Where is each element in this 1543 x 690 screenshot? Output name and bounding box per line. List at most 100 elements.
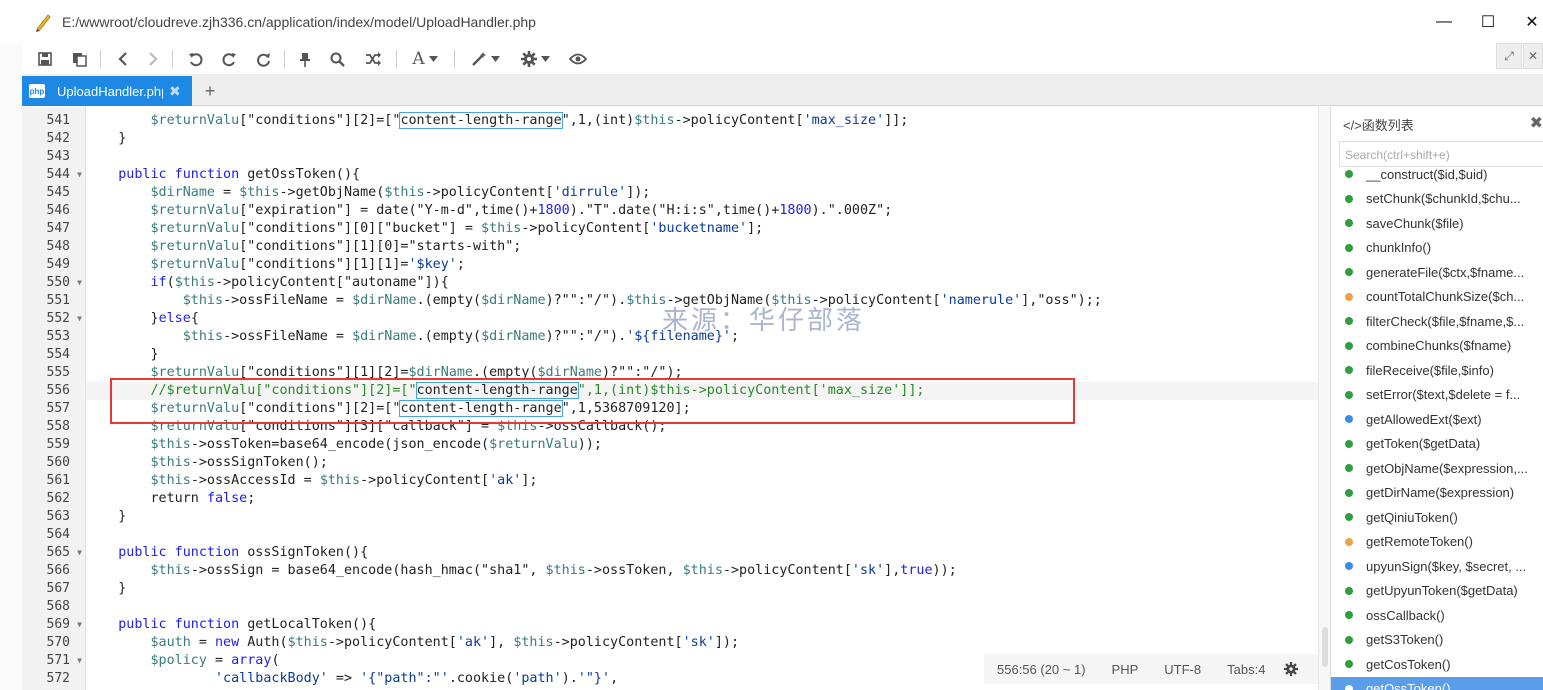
function-list-item[interactable]: getAllowedExt($ext) [1331, 407, 1543, 431]
function-list-item[interactable]: saveChunk($file) [1331, 211, 1543, 235]
code-line[interactable] [86, 526, 1318, 544]
fold-arrow-icon[interactable]: ▼ [77, 274, 82, 292]
scrollbar-thumb[interactable] [1322, 627, 1328, 667]
code-line[interactable]: $dirName = $this->getObjName($this->poli… [86, 184, 1318, 202]
code-line[interactable]: } [86, 580, 1318, 598]
code-line[interactable]: $returnValu["conditions"][1][1]='$key'; [86, 256, 1318, 274]
function-list-item[interactable]: getOssToken() [1331, 676, 1543, 690]
settings-icon[interactable] [518, 48, 552, 70]
close-panel-icon[interactable]: ✕ [1523, 43, 1543, 69]
code-line[interactable]: $this->ossAccessId = $this->policyConten… [86, 472, 1318, 490]
refresh-icon[interactable] [252, 48, 274, 70]
function-list-item[interactable]: combineChunks($fname) [1331, 334, 1543, 358]
code-line[interactable]: } [86, 130, 1318, 148]
code-line[interactable]: $this->ossSignToken(); [86, 454, 1318, 472]
language-mode[interactable]: PHP [1112, 662, 1139, 677]
function-list-item[interactable]: getS3Token() [1331, 628, 1543, 652]
search-icon[interactable] [326, 48, 348, 70]
function-list-item[interactable]: chunkInfo() [1331, 236, 1543, 260]
fold-arrow-icon[interactable]: ▼ [77, 652, 82, 670]
line-number-gutter: 541 542 543 544 ▼ 545 546 547 548 549 550 ▼ 551 552 ▼ 5… [22, 107, 86, 690]
fold-arrow-icon[interactable]: ▼ [77, 616, 82, 634]
save-all-icon[interactable] [68, 48, 90, 70]
back-icon[interactable] [112, 48, 134, 70]
function-list-item[interactable]: setError($text,$delete = f... [1331, 383, 1543, 407]
line-number: 552 ▼ [22, 310, 86, 328]
file-encoding[interactable]: UTF-8 [1164, 662, 1201, 677]
line-number: 567 [22, 580, 86, 598]
function-list-item[interactable]: getRemoteToken() [1331, 530, 1543, 554]
function-list-item[interactable]: getCosToken() [1331, 652, 1543, 676]
toolbar-separator [172, 50, 173, 68]
code-line[interactable]: $returnValu["conditions"][0]["bucket"] =… [86, 220, 1318, 238]
line-number-text: 554 [46, 347, 70, 362]
code-line[interactable]: public function getLocalToken(){ [86, 616, 1318, 634]
line-number-text: 563 [46, 509, 70, 524]
function-list-item[interactable]: getToken($getData) [1331, 432, 1543, 456]
close-icon[interactable]: ✖ [1530, 113, 1543, 133]
function-list-item[interactable]: getDirName($expression) [1331, 481, 1543, 505]
gear-icon[interactable] [1284, 662, 1299, 676]
code-token: ->ossSign = base64_encode(hash_hmac("sha… [190, 563, 546, 578]
code-token: '$key' [408, 257, 457, 272]
line-number: 565 ▼ [22, 544, 86, 562]
code-line[interactable]: public function getOssToken(){ [86, 166, 1318, 184]
code-line[interactable]: public function ossSignToken(){ [86, 544, 1318, 562]
code-line[interactable]: } [86, 508, 1318, 526]
expand-icon[interactable]: ⤢ [1496, 43, 1522, 69]
close-window-button[interactable]: ✕ [1520, 10, 1543, 34]
code-line[interactable]: $returnValu["conditions"][1][0]="starts-… [86, 238, 1318, 256]
tab-size[interactable]: Tabs:4 [1227, 662, 1265, 677]
function-list-item[interactable]: getQiniuToken() [1331, 505, 1543, 529]
code-line[interactable]: $this->ossSign = base64_encode(hash_hmac… [86, 562, 1318, 580]
code-line[interactable] [86, 148, 1318, 166]
function-list-label: getRemoteToken() [1366, 534, 1473, 549]
tab-close-icon[interactable]: ✖ [169, 83, 181, 100]
code-token: ). [561, 671, 578, 686]
tab-uploadhandler[interactable]: php UploadHandler.php ✖ [22, 76, 192, 106]
function-list-item[interactable]: ossCallback() [1331, 603, 1543, 627]
code-line[interactable]: $returnValu["conditions"][2]=["content-l… [86, 112, 1318, 130]
code-line[interactable]: $this->ossToken=base64_encode(json_encod… [86, 436, 1318, 454]
editor-scrollbar[interactable] [1318, 107, 1330, 690]
line-number: 557 [22, 400, 86, 418]
add-tab-button[interactable]: + [198, 80, 222, 102]
function-list-item[interactable]: generateFile($ctx,$fname... [1331, 260, 1543, 284]
code-token: false [206, 491, 248, 506]
line-number: 562 [22, 490, 86, 508]
function-list-item[interactable]: countTotalChunkSize($ch... [1331, 285, 1543, 309]
function-list-item[interactable]: filterCheck($file,$fname,$... [1331, 309, 1543, 333]
code-line[interactable] [86, 598, 1318, 616]
magic-wand-icon[interactable] [468, 48, 502, 70]
function-list-item[interactable]: fileReceive($file,$info) [1331, 358, 1543, 382]
function-list-item[interactable]: __construct($id,$uid) [1331, 162, 1543, 186]
fold-arrow-icon[interactable]: ▼ [77, 166, 82, 184]
pin-icon[interactable] [294, 48, 316, 70]
fold-arrow-icon[interactable]: ▼ [77, 544, 82, 562]
line-number-text: 544 [46, 167, 70, 182]
function-list-item[interactable]: upyunSign($key, $secret, ... [1331, 554, 1543, 578]
fold-arrow-icon[interactable]: ▼ [77, 310, 82, 328]
redo-icon[interactable] [218, 48, 240, 70]
function-list-label: getDirName($expression) [1366, 485, 1515, 500]
function-list-item[interactable]: getUpyunToken($getData) [1331, 579, 1543, 603]
code-line[interactable]: if($this->policyContent["autoname"]){ [86, 274, 1318, 292]
minimize-button[interactable]: — [1432, 10, 1456, 34]
code-line[interactable]: $returnValu["expiration"] = date("Y-m-d"… [86, 202, 1318, 220]
function-list-item[interactable]: getObjName($expression,... [1331, 456, 1543, 480]
tab-label: UploadHandler.php [57, 83, 163, 99]
maximize-button[interactable]: ☐ [1476, 10, 1500, 34]
code-line[interactable]: $auth = new Auth($this->policyContent['a… [86, 634, 1318, 652]
code-line[interactable]: } [86, 346, 1318, 364]
function-list-item[interactable]: setChunk($chunkId,$chu... [1331, 187, 1543, 211]
font-icon[interactable]: A [408, 48, 442, 70]
shuffle-icon[interactable] [362, 48, 384, 70]
code-line[interactable]: return false; [86, 490, 1318, 508]
forward-icon[interactable] [142, 48, 164, 70]
eye-icon[interactable] [566, 48, 590, 70]
save-icon[interactable] [34, 48, 56, 70]
undo-icon[interactable] [184, 48, 206, 70]
function-list-label: fileReceive($file,$info) [1366, 362, 1494, 378]
code-token: $policy [150, 653, 207, 668]
